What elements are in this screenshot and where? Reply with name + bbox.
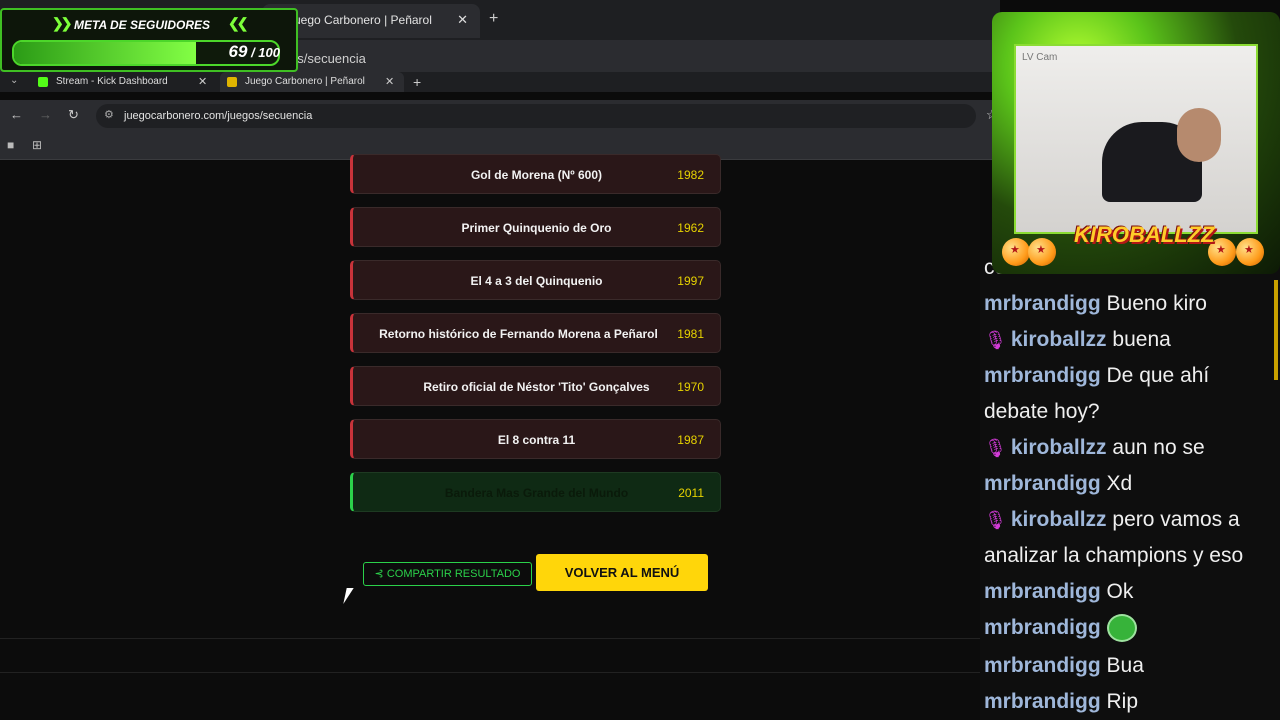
event-year: 1970 (677, 380, 704, 394)
event-name: Retorno histórico de Fernando Morena a P… (379, 327, 658, 341)
chat-username[interactable]: mrbrandigg (984, 292, 1101, 315)
chat-username[interactable]: mrbrandigg (984, 654, 1101, 677)
chat-text: Rip (1106, 690, 1139, 713)
share-label: COMPARTIR RESULTADO (386, 568, 521, 580)
streamer-head (1177, 108, 1221, 162)
chat-message: mrbrandigg Bueno kiro (984, 286, 1274, 322)
close-icon[interactable]: ✕ (198, 75, 207, 88)
chat-message: analizar la champions y eso (984, 544, 1244, 567)
square-icon[interactable]: ■ (7, 138, 14, 152)
address-bar[interactable]: ⚙ juegocarbonero.com/juegos/secuencia (96, 104, 976, 128)
dragon-ball-icon (1236, 238, 1264, 266)
chat-text: pero vamos a (1112, 508, 1240, 531)
chat-message: mrbrandigg Rip (984, 684, 1274, 720)
webcam-overlay: LV Cam KIROBALLZZ (992, 12, 1280, 274)
chat-message: mrbrandigg Ok (984, 574, 1274, 610)
event-name: Retiro oficial de Néstor 'Tito' Gonçalve… (423, 380, 650, 394)
chat-username[interactable]: mrbrandigg (984, 616, 1101, 639)
chat-username[interactable]: mrbrandigg (984, 472, 1101, 495)
chat-username[interactable]: mrbrandigg (984, 580, 1101, 603)
sequence-card: Retorno histórico de Fernando Morena a P… (350, 313, 721, 353)
chat-text: Bueno kiro (1106, 292, 1207, 315)
chat-message: mrbrandigg De que ahí (984, 358, 1274, 394)
channel-logo: KIROBALLZZ (1074, 222, 1215, 247)
back-to-menu-button[interactable]: VOLVER AL MENÚ (536, 554, 708, 591)
sequence-card: Bandera Mas Grande del Mundo 2011 (350, 472, 721, 512)
sequence-card: El 8 contra 11 1987 (350, 419, 721, 459)
sequence-card: Primer Quinquenio de Oro 1962 (350, 207, 721, 247)
chevron-right-icon: ❯❯ (52, 15, 73, 31)
dragon-ball-icon (1028, 238, 1056, 266)
chat-panel: comenzamos mrbrandigg Bueno kiro 🎙kiroba… (980, 250, 1280, 720)
microphone-icon: 🎙 (984, 510, 1007, 530)
chevron-down-icon[interactable]: ⌄ (10, 75, 18, 86)
dragon-ball-icon (1002, 238, 1030, 266)
apps-grid-icon[interactable]: ⊞ (32, 138, 42, 152)
event-name: Gol de Morena (Nº 600) (470, 168, 603, 182)
chat-text: Bua (1106, 654, 1144, 677)
sequence-card: El 4 a 3 del Quinquenio 1997 (350, 260, 721, 300)
chevron-left-icon: ❮❮ (228, 15, 249, 31)
outer-url-text: os/secuencia (290, 51, 366, 66)
kick-icon (38, 76, 48, 87)
follower-goal-widget: ❯❯ META DE SEGUIDORES ❮❮ 69 / 100 (0, 8, 298, 72)
sequence-card: Gol de Morena (Nº 600) 1982 (350, 154, 721, 194)
event-year: 1997 (677, 274, 704, 288)
chat-text: aun no se (1112, 436, 1205, 459)
chat-message: 🎙 kiroballzz buena (984, 322, 1274, 358)
event-name: El 4 a 3 del Quinquenio (470, 274, 603, 288)
favicon (227, 76, 237, 87)
chat-text: buena (1112, 328, 1171, 351)
event-name: Primer Quinquenio de Oro (461, 221, 612, 235)
goal-count: 69 / 100 (228, 42, 280, 61)
tab-kick-dashboard[interactable]: Stream - Kick Dashboard ✕ (38, 72, 214, 92)
outer-tab-title: Juego Carbonero | Peñarol (288, 13, 432, 27)
webcam-label: LV Cam (1022, 52, 1058, 63)
goal-progress-fill (14, 42, 197, 64)
new-tab-icon[interactable]: + (413, 74, 421, 90)
chat-username[interactable]: mrbrandigg (984, 690, 1101, 713)
frog-emote (1106, 614, 1137, 643)
chat-username[interactable]: kiroballzz (1011, 508, 1107, 531)
back-icon[interactable]: ← (10, 107, 23, 122)
chat-message: debate hoy? (984, 400, 1100, 423)
event-year: 1981 (677, 327, 704, 341)
chat-message: 🎙 kiroballzz pero vamos a (984, 502, 1274, 538)
chat-message: mrbrandigg Bua (984, 648, 1274, 684)
site-info-icon[interactable]: ⚙ (104, 108, 114, 121)
chat-username[interactable]: kiroballzz (1011, 436, 1107, 459)
plus-icon[interactable]: + (489, 10, 498, 28)
tab-title: Stream - Kick Dashboard (56, 76, 168, 87)
divider (0, 672, 980, 673)
tab-title: Juego Carbonero | Peñarol (245, 76, 365, 87)
chat-message: mrbrandigg (984, 610, 1274, 646)
chat-message: mrbrandigg Xd (984, 466, 1274, 502)
chat-message: 🎙 kiroballzz aun no se (984, 430, 1274, 466)
chat-scrollbar[interactable] (1274, 280, 1278, 380)
sequence-card: Retiro oficial de Néstor 'Tito' Gonçalve… (350, 366, 721, 406)
close-icon[interactable]: ✕ (457, 12, 468, 28)
goal-title: META DE SEGUIDORES (74, 18, 211, 32)
tab-juego-carbonero[interactable]: Juego Carbonero | Peñarol ✕ (220, 72, 404, 92)
event-name: Bandera Mas Grande del Mundo (444, 486, 629, 500)
microphone-icon: 🎙 (984, 330, 1007, 350)
chat-text: Xd (1106, 472, 1133, 495)
event-year: 1962 (677, 221, 704, 235)
url-text: juegocarbonero.com/juegos/secuencia (124, 110, 313, 122)
forward-icon[interactable]: → (39, 107, 52, 122)
share-icon: ⊰ (374, 568, 387, 580)
event-year: 2011 (678, 486, 704, 500)
share-result-button[interactable]: ⊰ COMPARTIR RESULTADO (363, 562, 532, 586)
chat-username[interactable]: mrbrandigg (984, 364, 1101, 387)
close-icon[interactable]: ✕ (385, 75, 394, 88)
divider (0, 638, 980, 639)
event-year: 1982 (677, 168, 704, 182)
event-name: El 8 contra 11 (497, 433, 576, 447)
chat-text: Ok (1106, 580, 1134, 603)
chat-username[interactable]: kiroballzz (1011, 328, 1107, 351)
chat-text: De que ahí (1106, 364, 1210, 387)
reload-icon[interactable]: ↻ (68, 107, 79, 123)
microphone-icon: 🎙 (984, 438, 1007, 458)
event-year: 1987 (677, 433, 704, 447)
